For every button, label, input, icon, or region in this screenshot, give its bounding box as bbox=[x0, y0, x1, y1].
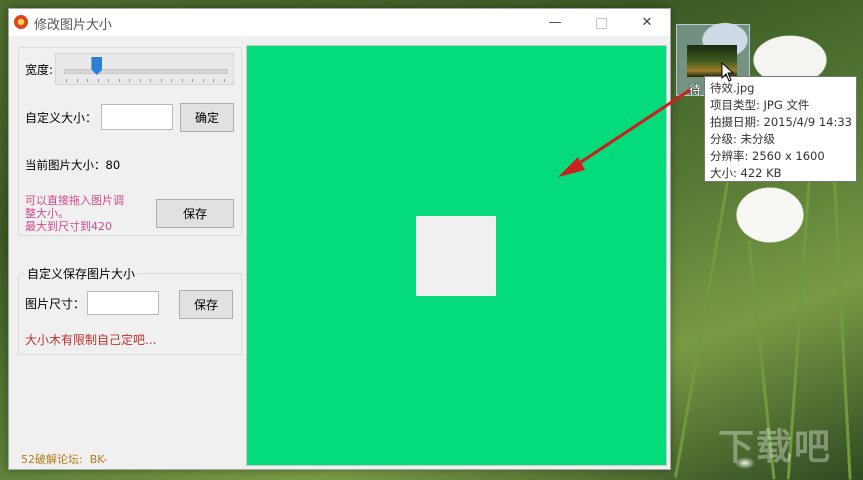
mouse-cursor-icon bbox=[721, 62, 735, 82]
arrow-shaft bbox=[571, 88, 691, 170]
arrow-head bbox=[558, 157, 585, 177]
